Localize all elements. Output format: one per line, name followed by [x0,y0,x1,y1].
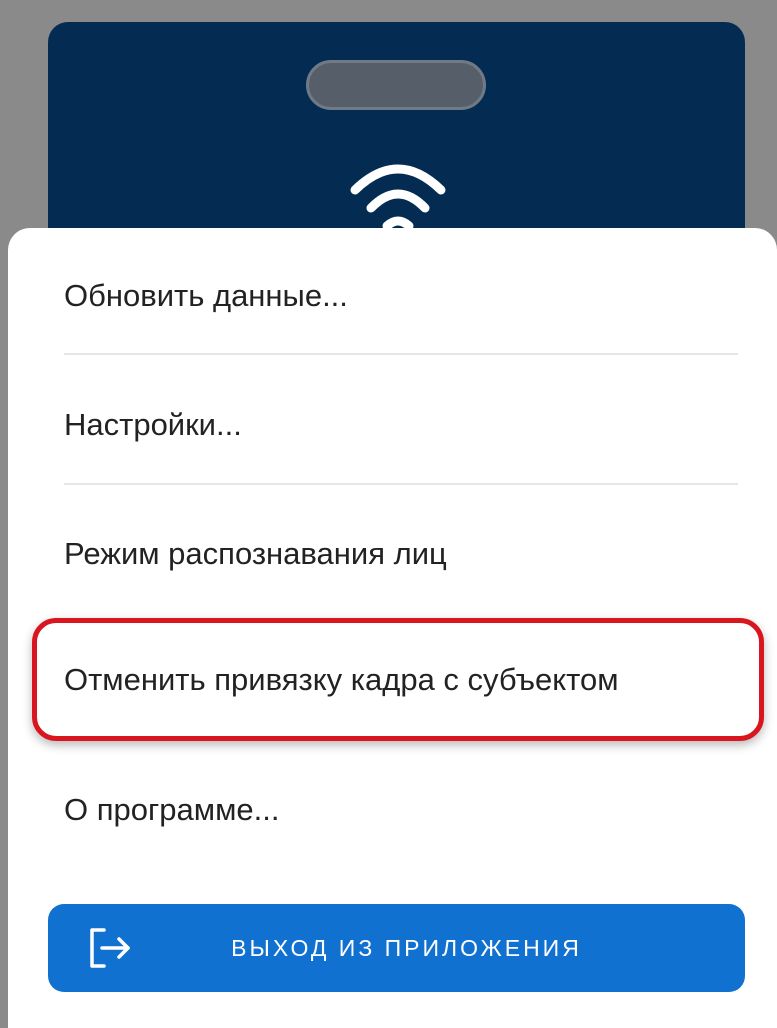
bottom-sheet-menu: Обновить данные... Настройки... Режим ра… [8,228,777,1028]
menu-item-label: Настройки... [64,407,242,442]
menu-divider [64,353,738,355]
menu-divider [64,483,738,485]
menu-item-label: Режим распознавания лиц [64,536,447,571]
menu-item-label: Отменить привязку кадра с субъектом [64,662,619,697]
menu-item-about[interactable]: О программе... [64,780,744,840]
menu-item-face-recognition-mode[interactable]: Режим распознавания лиц [64,524,744,584]
exit-button-label: ВЫХОД ИЗ ПРИЛОЖЕНИЯ [231,934,582,961]
nfc-wave-icon [350,164,446,231]
exit-app-button[interactable]: ВЫХОД ИЗ ПРИЛОЖЕНИЯ [48,904,745,992]
menu-item-label: Обновить данные... [64,278,348,313]
card-slot [306,60,486,110]
menu-item-refresh-data[interactable]: Обновить данные... [64,266,744,326]
menu-item-unlink-frame-from-subject[interactable]: Отменить привязку кадра с субъектом [64,650,744,710]
menu-item-label: О программе... [64,792,280,827]
menu-item-settings[interactable]: Настройки... [64,395,744,455]
